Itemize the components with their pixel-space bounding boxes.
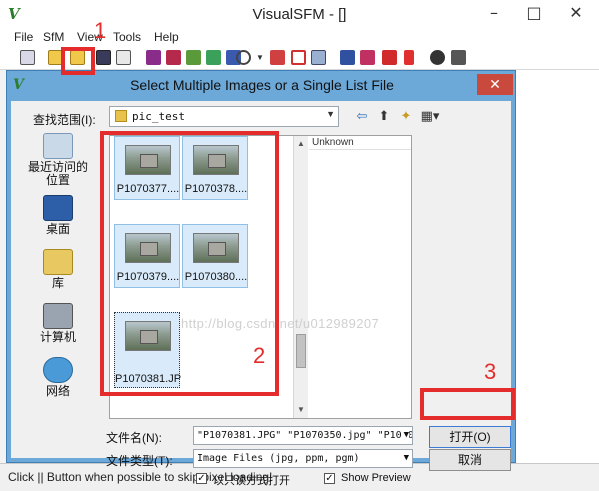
- network-icon: [43, 357, 73, 383]
- up-folder-icon[interactable]: ⬆: [373, 106, 395, 126]
- fast-forward-icon[interactable]: [360, 50, 375, 65]
- new-document-icon[interactable]: [20, 50, 35, 65]
- show-preview-checkbox[interactable]: ✓: [324, 473, 335, 484]
- gear-icon[interactable]: [430, 50, 445, 65]
- file-type-label: 文件类型(T):: [106, 454, 173, 468]
- menu-file[interactable]: File: [14, 30, 33, 44]
- libraries-icon: [43, 249, 73, 275]
- place-label: 库: [51, 276, 64, 290]
- file-name-value: "P1070381.JPG" "P1070350.jpg" "P10703: [197, 430, 413, 441]
- look-in-label: 查找范围(I):: [33, 113, 96, 127]
- back-arrow-icon[interactable]: ⇦: [351, 106, 373, 126]
- new-folder-icon[interactable]: ✦: [395, 106, 417, 126]
- annotation-number-3: 3: [484, 359, 497, 384]
- vertical-scrollbar[interactable]: ▲ ▼: [293, 136, 308, 418]
- chevron-down-icon[interactable]: ▼: [401, 427, 409, 444]
- menu-bar: File SfM View Tools Help: [0, 28, 599, 46]
- chevron-down-icon: ▼: [326, 109, 335, 119]
- dialog-title: Select Multiple Images or a Single List …: [130, 77, 394, 93]
- mesh-icon[interactable]: [311, 50, 326, 65]
- menu-help[interactable]: Help: [154, 30, 179, 44]
- cancel-button[interactable]: 取消: [429, 449, 511, 471]
- readonly-label: 以只读方式打开: [213, 475, 290, 487]
- preview-pane: Unknown: [309, 136, 411, 418]
- place-desktop[interactable]: 桌面: [23, 195, 93, 236]
- place-label: 网络: [45, 384, 70, 398]
- show-preview-label: Show Preview: [341, 472, 411, 484]
- close-button[interactable]: ✕: [556, 0, 596, 28]
- computer-icon: [43, 303, 73, 329]
- readonly-checkbox[interactable]: ✓: [196, 473, 207, 484]
- file-type-value: Image Files (jpg, ppm, pgm): [197, 453, 360, 464]
- cube-purple-icon[interactable]: [146, 50, 161, 65]
- title-bar: V VisualSFM - [] – □ ✕: [0, 0, 599, 28]
- dialog-close-button[interactable]: ✕: [477, 74, 513, 95]
- place-label: 计算机: [39, 330, 76, 344]
- zoom-icon[interactable]: [236, 50, 251, 65]
- place-network[interactable]: 网络: [23, 357, 93, 398]
- cube-red-icon[interactable]: [166, 50, 181, 65]
- scroll-up-icon[interactable]: ▲: [294, 136, 308, 151]
- network-icon[interactable]: [340, 50, 355, 65]
- sfm-pair-icon[interactable]: [270, 50, 285, 65]
- menu-tools[interactable]: Tools: [113, 30, 141, 44]
- look-in-value: pic_test: [132, 110, 185, 123]
- preview-header: Unknown: [309, 136, 411, 150]
- dropdown-arrow-icon[interactable]: ▼: [256, 50, 264, 65]
- save-icon[interactable]: [96, 50, 111, 65]
- minimize-button[interactable]: –: [474, 0, 514, 28]
- file-name-field[interactable]: "P1070381.JPG" "P1070350.jpg" "P10703 ▼: [193, 426, 413, 445]
- annotation-number-1: 1: [94, 18, 107, 43]
- copy-icon[interactable]: [116, 50, 131, 65]
- chevron-down-icon: ▼: [401, 450, 409, 467]
- scroll-down-icon[interactable]: ▼: [294, 402, 308, 417]
- open-button[interactable]: 打开(O): [429, 426, 511, 448]
- maximize-button[interactable]: □: [514, 0, 554, 28]
- cube-grid-icon[interactable]: [186, 50, 201, 65]
- view-menu-icon[interactable]: ▦▾: [417, 106, 443, 126]
- folder-icon: [115, 110, 127, 122]
- recent-places-icon: [43, 133, 73, 159]
- desktop-icon: [43, 195, 73, 221]
- cube-green-icon[interactable]: [206, 50, 221, 65]
- place-recent[interactable]: 最近访问的位置: [23, 133, 93, 187]
- place-label: 桌面: [45, 222, 70, 236]
- place-label: 最近访问的位置: [27, 160, 88, 187]
- place-libraries[interactable]: 库: [23, 249, 93, 290]
- annotation-box-1: [61, 47, 95, 75]
- file-type-dropdown[interactable]: Image Files (jpg, ppm, pgm) ▼: [193, 449, 413, 468]
- dialog-title-bar: V Select Multiple Images or a Single Lis…: [7, 71, 517, 101]
- scrollbar-thumb[interactable]: [296, 334, 306, 368]
- annotation-number-2: 2: [253, 343, 266, 368]
- look-in-dropdown[interactable]: pic_test ▼: [109, 106, 339, 127]
- place-computer[interactable]: 计算机: [23, 303, 93, 344]
- pause-icon[interactable]: [404, 50, 414, 65]
- menu-sfm[interactable]: SfM: [43, 30, 64, 44]
- run-sfm-icon[interactable]: [382, 50, 397, 65]
- cluster-icon[interactable]: [451, 50, 466, 65]
- file-name-label: 文件名(N):: [106, 431, 162, 445]
- red-frame-icon[interactable]: [291, 50, 306, 65]
- annotation-box-3: [420, 388, 515, 420]
